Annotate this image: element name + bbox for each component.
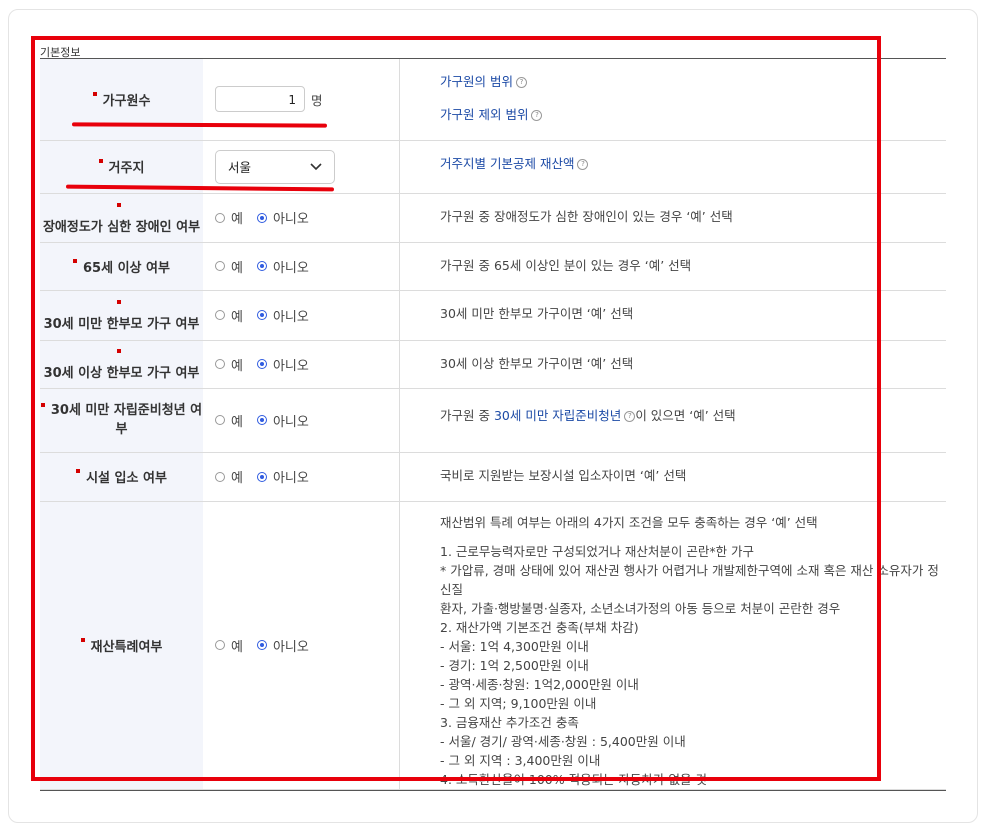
radio-yes-label: 예 xyxy=(231,639,243,655)
property-desc-line: 2. 재산가액 기본조건 충족(부채 차감) xyxy=(440,619,639,635)
radio-no-label: 아니오 xyxy=(272,471,309,486)
single-under30-description: 30세 미만 한부모 가구이면 ‘예’ 선택 xyxy=(399,290,946,341)
radio-no-label: 아니오 xyxy=(272,414,309,430)
required-marker xyxy=(76,469,81,473)
facility-no-radio[interactable] xyxy=(256,471,267,482)
property-yes-radio[interactable] xyxy=(215,640,225,650)
required-marker xyxy=(40,403,45,407)
required-marker xyxy=(116,202,121,207)
property-no-radio[interactable] xyxy=(256,640,267,650)
info-icon[interactable]: ? xyxy=(531,110,543,122)
basic-info-table: 가구원수 1명 가구원의 범위? 가구원 제외 범위? 거주지 서울 거주지별 … xyxy=(40,59,946,790)
row-household-size: 가구원수 1명 가구원의 범위? 가구원 제외 범위? xyxy=(40,59,946,141)
radio-yes-label: 예 xyxy=(231,471,243,486)
row-single-parent-under30: 30세 미만 한부모 가구 여부 예 아니오 30세 미만 한부모 가구이면 ‘예… xyxy=(40,290,946,341)
row-youth: 30세 미만 자립준비청년 여부 예 아니오 가구원 중 30세 미만 자립준비청… xyxy=(40,388,946,453)
row-property-exception: 재산특례여부 예 아니오 재산범위 특례 여부는 아래의 4가지 조건을 모두 충… xyxy=(40,501,946,790)
youth-desc-prefix: 가구원 중 xyxy=(440,407,494,423)
radio-yes-label: 예 xyxy=(231,260,243,276)
radio-no-label: 아니오 xyxy=(272,358,309,374)
radio-yes-label: 예 xyxy=(231,309,243,325)
single-over30-label: 30세 이상 한부모 가구 여부 xyxy=(43,366,200,381)
residence-deduction-link[interactable]: 거주지별 기본공제 재산액 xyxy=(440,156,574,171)
property-desc-line: - 경기: 1억 2,500만원 이내 xyxy=(440,657,589,673)
required-marker xyxy=(116,349,121,353)
over65-label: 65세 이상 여부 xyxy=(83,260,170,276)
youth-no-radio[interactable] xyxy=(256,415,267,425)
required-marker xyxy=(98,159,103,163)
table-bottom-border xyxy=(40,790,946,791)
household-size-unit: 명 xyxy=(311,92,323,108)
disabled-description: 가구원 중 장애정도가 심한 장애인이 있는 경우 ‘예’ 선택 xyxy=(399,193,946,243)
single-under30-yes-radio[interactable] xyxy=(215,310,225,320)
radio-no-label: 아니오 xyxy=(272,260,309,276)
property-desc-line: - 서울/ 경기/ 광역·세종·창원 : 5,400만원 이내 xyxy=(440,733,686,749)
single-under30-no-radio[interactable] xyxy=(256,310,267,320)
over65-no-radio[interactable] xyxy=(256,261,267,271)
radio-no-label: 아니오 xyxy=(272,639,309,655)
residence-label: 거주지 xyxy=(108,161,145,176)
property-desc-line: 4. 소득환산율이 100% 적용되는 자동차가 없을 것 xyxy=(440,771,708,787)
facility-yes-radio[interactable] xyxy=(215,471,225,482)
facility-label: 시설 입소 여부 xyxy=(86,471,167,486)
single-over30-no-radio[interactable] xyxy=(256,359,267,369)
youth-desc-suffix: 이 있으면 ‘예’ 선택 xyxy=(635,407,736,423)
info-icon[interactable]: ? xyxy=(577,158,589,170)
property-desc-line: 3. 금융재산 추가조건 충족 xyxy=(440,714,579,730)
radio-yes-label: 예 xyxy=(231,414,243,430)
household-range-link[interactable]: 가구원의 범위 xyxy=(440,74,513,89)
over65-description: 가구원 중 65세 이상인 분이 있는 경우 ‘예’ 선택 xyxy=(399,242,946,291)
row-over65: 65세 이상 여부 예 아니오 가구원 중 65세 이상인 분이 있는 경우 ‘예… xyxy=(40,242,946,291)
household-exclusion-link[interactable]: 가구원 제외 범위 xyxy=(440,107,528,122)
disabled-no-radio[interactable] xyxy=(256,212,267,223)
property-desc-line: 환자, 가출·행방불명·실종자, 소년소녀가정의 아동 등으로 처분이 곤란한 … xyxy=(440,600,841,616)
property-desc-intro: 재산범위 특례 여부는 아래의 4가지 조건을 모두 충족하는 경우 ‘예’ 선… xyxy=(440,514,818,530)
property-desc-line: * 가압류, 경매 상태에 있어 재산권 행사가 어렵거나 개발제한구역에 소재… xyxy=(440,562,939,597)
residence-select[interactable]: 서울 xyxy=(215,149,335,184)
property-label: 재산특례여부 xyxy=(90,639,163,655)
row-facility: 시설 입소 여부 예 아니오 국비로 지원받는 보장시설 입소자이면 ‘예’ 선택 xyxy=(40,452,946,502)
info-icon[interactable]: ? xyxy=(624,410,636,422)
radio-no-label: 아니오 xyxy=(272,212,309,227)
disabled-label: 장애정도가 심한 장애인 여부 xyxy=(42,219,201,235)
youth-label-line2: 부 xyxy=(115,422,128,437)
info-icon[interactable]: ? xyxy=(515,77,527,89)
over65-yes-radio[interactable] xyxy=(215,261,225,271)
required-marker xyxy=(116,300,121,304)
youth-yes-radio[interactable] xyxy=(215,415,225,425)
row-disabled: 장애정도가 심한 장애인 여부 예 아니오 가구원 중 장애정도가 심한 장애인이… xyxy=(40,193,946,243)
residence-select-value: 서울 xyxy=(228,160,252,175)
single-over30-description: 30세 이상 한부모 가구이면 ‘예’ 선택 xyxy=(399,340,946,389)
single-over30-yes-radio[interactable] xyxy=(215,359,225,369)
property-desc-line: - 그 외 지역 : 3,400만원 이내 xyxy=(440,752,601,768)
chevron-down-icon xyxy=(310,159,322,174)
household-size-input[interactable]: 1 xyxy=(215,86,305,113)
required-marker xyxy=(73,258,78,263)
property-desc-line: - 광역·세종·창원: 1억2,000만원 이내 xyxy=(440,676,639,692)
radio-no-label: 아니오 xyxy=(272,309,309,325)
property-desc-line: - 그 외 지역; 9,100만원 이내 xyxy=(440,695,597,711)
facility-description: 국비로 지원받는 보장시설 입소자이면 ‘예’ 선택 xyxy=(399,452,946,502)
property-desc-line: - 서울: 1억 4,300만원 이내 xyxy=(440,638,589,654)
required-marker xyxy=(92,91,97,96)
single-under30-label: 30세 미만 한부모 가구 여부 xyxy=(43,317,200,332)
radio-yes-label: 예 xyxy=(231,358,243,374)
row-single-parent-over30: 30세 이상 한부모 가구 여부 예 아니오 30세 이상 한부모 가구이면 ‘예… xyxy=(40,340,946,389)
disabled-yes-radio[interactable] xyxy=(215,212,225,223)
youth-label-line1: 30세 미만 자립준비청년 여 xyxy=(50,403,203,418)
property-desc-line: 1. 근로무능력자로만 구성되었거나 재산처분이 곤란*한 가구 xyxy=(440,543,755,559)
youth-link[interactable]: 30세 미만 자립준비청년 xyxy=(494,408,621,423)
household-size-label: 가구원수 xyxy=(102,93,151,109)
required-marker xyxy=(80,637,85,642)
radio-yes-label: 예 xyxy=(231,212,243,227)
